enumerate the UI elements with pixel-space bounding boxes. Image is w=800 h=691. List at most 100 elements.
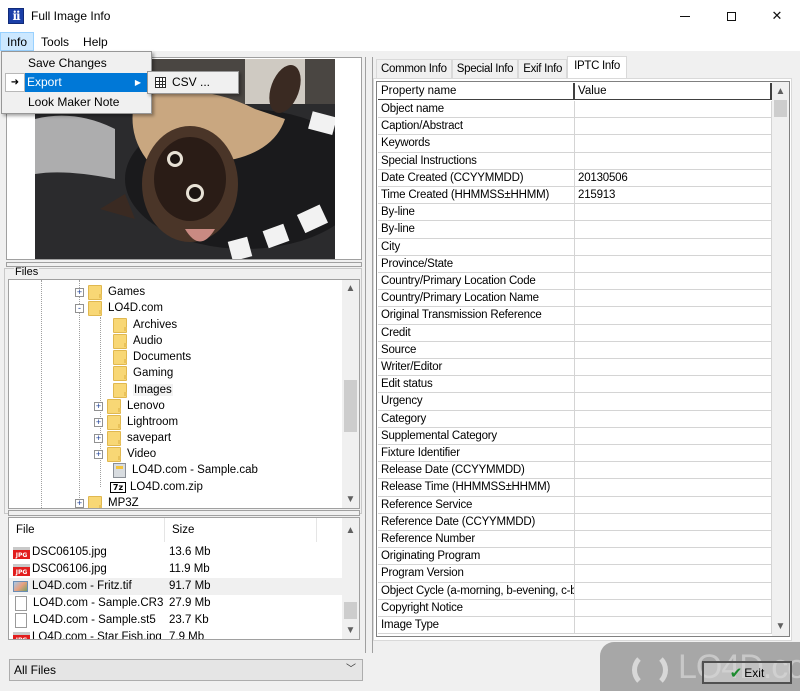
property-value-cell[interactable] <box>575 427 772 445</box>
property-value-cell[interactable] <box>575 238 772 256</box>
tab-iptc-info[interactable]: IPTC Info <box>567 56 627 79</box>
expand-icon[interactable]: + <box>94 401 103 411</box>
property-value-cell[interactable]: 20130506 <box>575 169 772 187</box>
minimize-button[interactable] <box>662 0 708 32</box>
grid-row[interactable]: Country/Primary Location Name <box>378 290 772 308</box>
menu-help[interactable]: Help <box>76 32 115 51</box>
tree-item-sample-cab[interactable]: LO4D.com - Sample.cab <box>113 462 258 478</box>
exit-button[interactable]: ✔ Exit <box>702 661 792 684</box>
grid-row[interactable]: Fixture Identifier <box>378 445 772 463</box>
property-value-cell[interactable] <box>575 393 772 411</box>
property-value-cell[interactable] <box>575 135 772 153</box>
grid-row[interactable]: Caption/Abstract <box>378 118 772 136</box>
tree-item-zip[interactable]: 7z LO4D.com.zip <box>110 479 203 495</box>
grid-row[interactable]: Date Created (CCYYMMDD) 20130506 <box>378 169 772 187</box>
property-value-cell[interactable] <box>575 376 772 394</box>
scroll-down-icon[interactable]: ▼ <box>772 618 789 635</box>
scroll-up-icon[interactable]: ▲ <box>342 280 359 297</box>
property-value-cell[interactable] <box>575 255 772 273</box>
file-list[interactable]: File Size JPG DSC06105.jpg 13.6 Mb JPG DSC… <box>8 517 360 640</box>
tree-item-lo4d[interactable]: - LO4D.com <box>75 300 163 316</box>
grid-row[interactable]: Source <box>378 341 772 359</box>
grid-row[interactable]: Reference Date (CCYYMMDD) <box>378 513 772 531</box>
column-header-size[interactable]: Size <box>165 518 317 542</box>
property-value-cell[interactable] <box>575 617 772 634</box>
grid-row[interactable]: Program Version <box>378 565 772 583</box>
menu-item-look-maker-note[interactable]: Look Maker Note <box>4 93 149 112</box>
menu-tools[interactable]: Tools <box>34 32 76 51</box>
property-value-cell[interactable]: 215913 <box>575 187 772 204</box>
tree-item-archives[interactable]: Archives <box>113 317 177 333</box>
scroll-up-icon[interactable]: ▲ <box>342 522 359 539</box>
grid-scrollbar[interactable]: ▲ ▼ <box>772 82 789 636</box>
expand-icon[interactable]: + <box>94 417 103 427</box>
menu-info[interactable]: Info <box>0 32 35 51</box>
grid-row[interactable]: Special Instructions <box>378 152 772 170</box>
grid-row[interactable]: By-line <box>378 221 772 239</box>
property-value-cell[interactable] <box>575 101 772 118</box>
pane-splitter[interactable] <box>365 57 373 653</box>
property-value-cell[interactable] <box>575 152 772 170</box>
property-value-cell[interactable] <box>575 204 772 222</box>
property-value-cell[interactable] <box>575 290 772 308</box>
file-row[interactable]: LO4D.com - Sample.st5 23.7 Kb <box>9 612 342 629</box>
file-row[interactable]: JPG DSC06106.jpg 11.9 Mb <box>9 561 342 578</box>
property-value-cell[interactable] <box>575 565 772 583</box>
menu-item-csv[interactable]: CSV ... <box>150 73 236 92</box>
grid-row[interactable]: Supplemental Category <box>378 427 772 445</box>
property-value-cell[interactable] <box>575 324 772 342</box>
grid-row[interactable]: By-line <box>378 204 772 222</box>
maximize-button[interactable] <box>708 0 754 32</box>
grid-row[interactable]: Urgency <box>378 393 772 411</box>
grid-row[interactable]: Time Created (HHMMSS±HHMM) 215913 <box>378 187 772 205</box>
file-row[interactable]: JPG LO4D.com - Star Fish.jpg 7.9 Mb <box>9 629 342 639</box>
scroll-down-icon[interactable]: ▼ <box>342 622 359 639</box>
property-value-cell[interactable] <box>575 513 772 531</box>
scroll-down-icon[interactable]: ▼ <box>342 491 359 508</box>
property-value-cell[interactable] <box>575 582 772 600</box>
grid-row[interactable]: Object name <box>378 101 772 119</box>
file-row[interactable]: LO4D.com - Fritz.tif 91.7 Mb <box>9 578 342 595</box>
tree-item-lightroom[interactable]: + Lightroom <box>94 414 178 430</box>
tree-scrollbar[interactable]: ▲ ▼ <box>342 280 359 508</box>
tree-item-gaming[interactable]: Gaming <box>113 365 173 381</box>
property-value-cell[interactable] <box>575 307 772 325</box>
expand-icon[interactable]: + <box>75 287 84 297</box>
tab-special-info[interactable]: Special Info <box>451 59 519 79</box>
tree-item-audio[interactable]: Audio <box>113 333 162 349</box>
tab-exif-info[interactable]: Exif Info <box>518 59 568 79</box>
grid-row[interactable]: Reference Service <box>378 496 772 514</box>
column-header-property[interactable]: Property name <box>378 83 575 99</box>
column-header-file[interactable]: File <box>9 518 165 542</box>
file-list-scrollbar[interactable]: ▲ ▼ <box>342 518 359 639</box>
grid-row[interactable]: Originating Program <box>378 548 772 566</box>
property-value-cell[interactable] <box>575 462 772 480</box>
grid-row[interactable]: Object Cycle (a-morning, b-evening, c-bo <box>378 582 772 600</box>
grid-row[interactable]: City <box>378 238 772 256</box>
property-value-cell[interactable] <box>575 273 772 290</box>
scroll-thumb[interactable] <box>344 380 357 432</box>
tree-item-images[interactable]: Images <box>113 382 173 398</box>
collapse-icon[interactable]: - <box>75 303 84 313</box>
property-value-cell[interactable] <box>575 479 772 497</box>
file-row[interactable]: LO4D.com - Sample.CR3 27.9 Mb <box>9 595 342 612</box>
iptc-property-grid[interactable]: Property name Value Object name Caption/A… <box>376 81 790 637</box>
file-filter-select[interactable]: All Files ﹀ <box>9 659 363 681</box>
file-row[interactable]: JPG DSC06105.jpg 13.6 Mb <box>9 544 342 561</box>
tree-item-video[interactable]: + Video <box>94 446 156 462</box>
property-value-cell[interactable] <box>575 548 772 566</box>
grid-row[interactable]: Writer/Editor <box>378 359 772 377</box>
tree-item-lenovo[interactable]: + Lenovo <box>94 398 165 414</box>
grid-row[interactable]: Province/State <box>378 255 772 273</box>
expand-icon[interactable]: + <box>94 449 103 459</box>
preview-splitter[interactable] <box>6 262 362 267</box>
tree-list-splitter[interactable] <box>8 510 360 516</box>
property-value-cell[interactable] <box>575 410 772 428</box>
property-value-cell[interactable] <box>575 531 772 548</box>
menu-item-save-changes[interactable]: Save Changes <box>4 54 149 73</box>
expand-icon[interactable]: + <box>94 433 103 443</box>
grid-row[interactable]: Reference Number <box>378 531 772 549</box>
expand-icon[interactable]: + <box>75 498 84 508</box>
column-header-value[interactable]: Value <box>575 83 772 99</box>
grid-row[interactable]: Country/Primary Location Code <box>378 273 772 291</box>
